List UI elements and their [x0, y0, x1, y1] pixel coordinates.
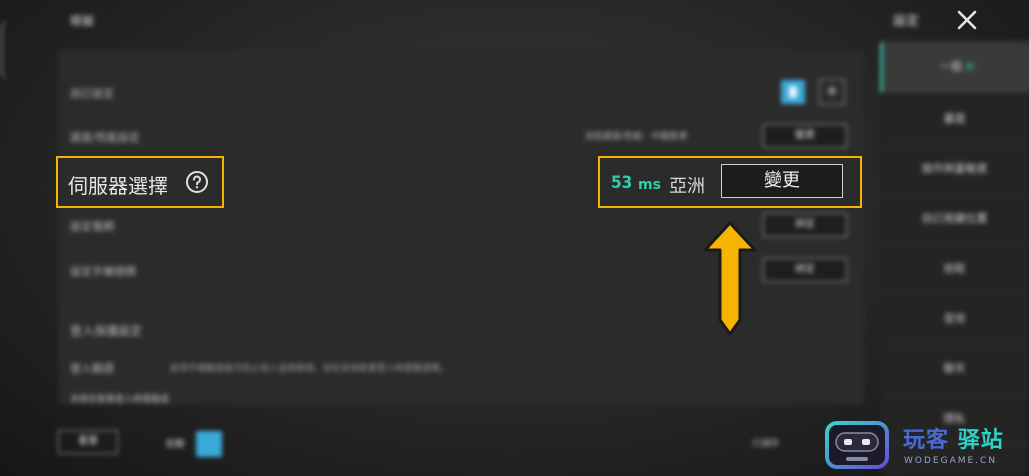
row-label-custom: 自訂設定 — [70, 87, 114, 100]
grid-bind-button[interactable]: 綁定 — [763, 213, 847, 237]
sidebar-item-label: 一般 — [940, 60, 963, 73]
section-title: 登入保護設定 — [70, 324, 143, 338]
auto-toggle[interactable] — [196, 431, 222, 457]
auto-label: 自動 — [165, 439, 185, 450]
reset-button[interactable]: 重置 — [58, 430, 118, 454]
phone-bind-button[interactable]: 綁定 — [763, 258, 847, 282]
sidebar-item-controls[interactable]: 操作與靈敏度 — [880, 144, 1029, 195]
watermark-text-b: 驿站 — [957, 428, 1004, 453]
voice-change-button[interactable]: 變更 — [763, 124, 847, 148]
server-change-button[interactable]: 變更 — [721, 164, 843, 198]
watermark-domain: WODEGAME.CN — [904, 456, 998, 466]
left-edge-handle — [0, 20, 13, 80]
login-verify-sub: 非綁定裝置登入時需驗證 — [70, 395, 170, 405]
custom-toggle[interactable] — [781, 80, 805, 104]
help-icon[interactable] — [185, 170, 209, 194]
row-label-voice: 語音/性能設定 — [70, 131, 140, 144]
sidebar-item-display[interactable]: 畫面 — [880, 94, 1029, 145]
sidebar-item-chat[interactable]: 聊天 — [880, 344, 1029, 395]
watermark-robot-icon — [825, 421, 889, 469]
settings-title: 設定 — [893, 14, 920, 29]
ping-unit: ms — [638, 177, 661, 193]
page-title: 模擬 — [70, 14, 95, 28]
sidebar-item-pickup[interactable]: 拾取 — [880, 244, 1029, 295]
watermark-text-a: 玩客 — [903, 428, 950, 453]
new-badge: 新 — [965, 63, 975, 73]
sidebar-item-audio[interactable]: 音效 — [880, 294, 1029, 345]
login-verify-label: 登入驗證 — [70, 362, 114, 375]
up-arrow-icon — [703, 221, 757, 336]
sidebar-item-general[interactable]: 一般 新 — [880, 42, 1029, 93]
add-button[interactable]: + — [819, 79, 845, 105]
server-region: 亞洲 — [669, 176, 705, 197]
sidebar: 一般 新 畫面 操作與靈敏度 自訂按鍵位置 拾取 音效 聊天 隱私 — [880, 40, 1029, 476]
sidebar-item-layout[interactable]: 自訂按鍵位置 — [880, 194, 1029, 245]
ping-value: 53 — [611, 173, 633, 193]
watermark-text: 玩客 驿站 — [903, 422, 1004, 454]
row-label-grid: 設定電網 — [70, 220, 114, 233]
saved-text: 已儲存 — [752, 439, 780, 449]
voice-hint: 目前語音/性能：中國香港 — [585, 132, 688, 142]
close-icon[interactable] — [955, 8, 979, 32]
login-verify-desc: 啟用手機驗證後可防止他人盜用帳號，如在其他裝置登入時需驗證碼。 — [170, 364, 450, 374]
server-select-label: 伺服器選擇 — [68, 174, 168, 198]
row-label-phone: 設定手機號碼 — [70, 265, 136, 278]
